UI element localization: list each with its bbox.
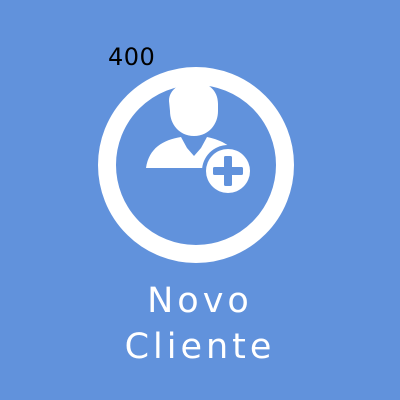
plus-horizontal: [213, 167, 243, 175]
tile-title-line-2: Cliente: [124, 327, 276, 367]
new-client-tile[interactable]: 400 Novo Cliente: [0, 0, 400, 400]
add-user-icon: [97, 66, 295, 264]
person-head-icon: [169, 82, 218, 136]
tile-title-line-1: Novo: [147, 281, 253, 321]
